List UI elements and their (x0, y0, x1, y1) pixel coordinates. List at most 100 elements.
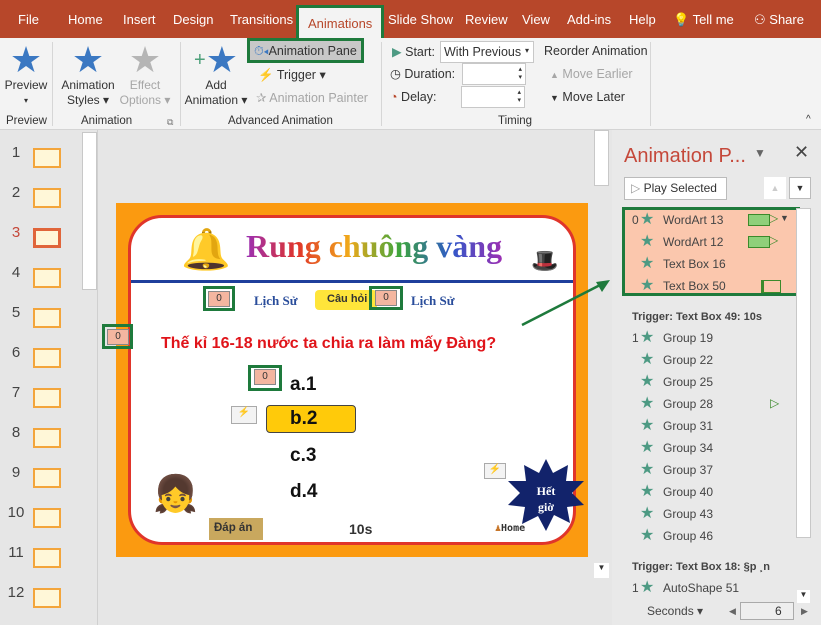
answer-a[interactable]: a.1 (290, 374, 316, 396)
thumbnail-scrollbar-thumb[interactable] (82, 132, 97, 290)
animation-item[interactable]: ★ Group 25 (612, 371, 792, 393)
slide-thumbnail-3[interactable] (33, 228, 61, 248)
tab-home[interactable]: Home (68, 12, 103, 27)
animation-item[interactable]: ★ Group 34 (612, 437, 792, 459)
slide-thumbnail-9[interactable] (33, 468, 61, 488)
animation-item[interactable]: ★ Group 43 (612, 503, 792, 525)
animation-pane-button[interactable]: ⏱◂Animation Pane (247, 38, 364, 63)
item-label: Group 19 (663, 331, 714, 345)
bell-image: 🔔 (181, 228, 231, 272)
annotation-arrow (521, 280, 610, 327)
move-earlier-button[interactable]: ▲ Move Earlier (550, 67, 633, 81)
delay-spinner[interactable]: ▴ ▾ (461, 86, 525, 108)
group-label-timing: Timing (498, 115, 533, 127)
slide-thumbnail-12[interactable] (33, 588, 61, 608)
tab-review[interactable]: Review (465, 12, 508, 27)
item-number: 0 (632, 213, 639, 227)
animation-item[interactable]: 0 ★ WordArt 13 ▷ ▼ (612, 209, 792, 231)
answer-button[interactable]: Đáp án (209, 518, 263, 540)
animation-item[interactable]: ★ Group 40 (612, 481, 792, 503)
animation-item[interactable]: ★ Group 46 (612, 525, 792, 547)
pane-scroll-down-icon[interactable]: ▼ (797, 590, 810, 603)
start-dropdown[interactable]: With Previous ▾ (440, 41, 534, 63)
animation-item[interactable]: ★ Group 37 (612, 459, 792, 481)
duration-spinner[interactable]: ▴ ▾ (462, 63, 526, 85)
tab-animations[interactable]: Animations (296, 5, 385, 38)
tell-me-button[interactable]: 💡 Tell me (673, 12, 734, 28)
trigger-button[interactable]: ⚡ Trigger ▾ (258, 67, 326, 83)
seconds-dropdown[interactable]: Seconds ▾ (647, 604, 703, 618)
slide-thumbnail-4[interactable] (33, 268, 61, 288)
trigger-lightning-icon: ⚡ (231, 406, 257, 424)
slide-number: 11 (8, 544, 24, 561)
timing-bar (748, 214, 770, 226)
tab-add-ins[interactable]: Add-ins (567, 12, 611, 27)
move-later-button[interactable]: ▼ Move Later (550, 90, 625, 104)
animation-item[interactable]: ★ Group 22 (612, 349, 792, 371)
tab-design[interactable]: Design (173, 12, 213, 27)
animation-styles-button[interactable]: ★ Animation Styles ▾ (58, 42, 118, 108)
tab-file[interactable]: File (18, 12, 39, 27)
slide-thumbnail-2[interactable] (33, 188, 61, 208)
tab-help[interactable]: Help (629, 12, 656, 27)
tab-transitions[interactable]: Transitions (230, 12, 293, 27)
slide-thumbnail-11[interactable] (33, 548, 61, 568)
share-button[interactable]: ⚇ Share (754, 12, 804, 28)
triangle-down-icon: ▼ (550, 93, 559, 103)
star-effect-icon: ★ (640, 211, 655, 228)
slide-thumbnail-8[interactable] (33, 428, 61, 448)
item-label: Group 28 (663, 397, 714, 411)
start-label: ▶ Start: (392, 45, 435, 59)
label: Animation ▾ (184, 93, 248, 107)
animation-item[interactable]: ★ Text Box 16 (612, 253, 792, 275)
item-label: Group 40 (663, 485, 714, 499)
answer-d[interactable]: d.4 (290, 481, 317, 503)
slide-thumbnail-5[interactable] (33, 308, 61, 328)
star-effect-icon: ★ (640, 505, 655, 522)
trigger-header: Trigger: Text Box 18: §p ¸n (632, 561, 770, 573)
answer-b[interactable]: b.2 (290, 408, 317, 430)
tab-insert[interactable]: Insert (123, 12, 156, 27)
preview-button[interactable]: ★ Preview ▾ (4, 42, 48, 108)
star-effect-icon: ★ (640, 483, 655, 500)
slide-thumbnail-1[interactable] (33, 148, 61, 168)
tab-slide-show[interactable]: Slide Show (388, 12, 453, 27)
group-label-animation: Animation (81, 115, 133, 127)
item-label: Group 37 (663, 463, 714, 477)
slide-thumbnail-7[interactable] (33, 388, 61, 408)
add-animation-button[interactable]: +★ Add Animation ▾ (184, 42, 248, 108)
timeline-left-icon[interactable]: ◀ (729, 606, 736, 617)
pane-scrollbar-thumb[interactable] (796, 208, 811, 538)
animation-item[interactable]: ★ Group 28 ▷ (612, 393, 792, 415)
item-label: Text Box 16 (663, 257, 726, 271)
slide-number: 4 (11, 264, 21, 281)
chevron-down-icon: ▾ (524, 46, 529, 55)
animation-pane-icon: ⏱◂ (254, 44, 269, 58)
timing-bar-arrow-icon: ▷ (769, 211, 779, 225)
label: Options ▾ (119, 93, 171, 107)
item-number: 1 (632, 331, 639, 345)
lightbulb-icon: 💡 (673, 12, 690, 27)
animation-painter-button[interactable]: ✰ Animation Painter (256, 90, 368, 105)
label: Styles ▾ (66, 93, 110, 107)
animation-item[interactable]: 1 ★ Group 19 (612, 327, 792, 349)
slide-thumbnail-6[interactable] (33, 348, 61, 368)
animation-item[interactable]: ★ Group 31 (612, 415, 792, 437)
scroll-down-icon[interactable]: ▼ (594, 563, 609, 578)
effect-options-button[interactable]: ★ Effect Options ▾ (118, 42, 172, 108)
answer-c[interactable]: c.3 (290, 445, 316, 467)
editor-scrollbar-thumb[interactable] (594, 130, 609, 186)
subject-left: Lịch Sử (254, 293, 298, 308)
item-menu-icon[interactable]: ▼ (780, 213, 789, 223)
timeline-scale[interactable]: 6 (740, 602, 794, 620)
trigger-header: Trigger: Text Box 49: 10s (632, 311, 763, 323)
animation-item[interactable]: ★ WordArt 12 ▷ (612, 231, 792, 253)
tab-view[interactable]: View (522, 12, 550, 27)
timeline-right-icon[interactable]: ▶ (801, 606, 808, 617)
slide-thumbnail-10[interactable] (33, 508, 61, 528)
animation-item[interactable]: ★ Text Box 50 (612, 275, 792, 297)
dialog-launcher-icon[interactable]: ⧉ (167, 117, 173, 128)
trigger-lightning-icon: ⚡ (484, 463, 506, 479)
collapse-ribbon-icon[interactable]: ^ (806, 114, 811, 125)
animation-item[interactable]: 1 ★ AutoShape 51 (612, 577, 792, 599)
